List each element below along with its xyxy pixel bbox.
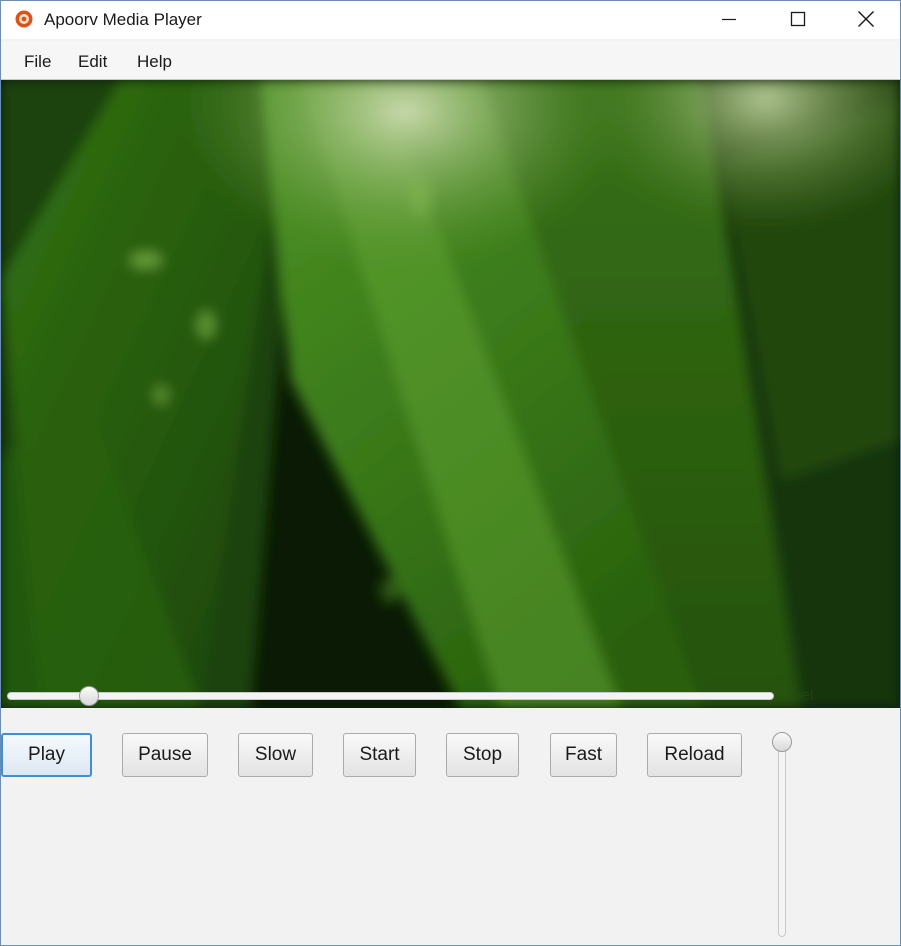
menu-bar: File Edit Help [1,41,900,80]
start-button[interactable]: Start [343,733,416,777]
menu-edit[interactable]: Edit [78,52,107,72]
volume-slider-track[interactable] [778,739,786,937]
pause-button[interactable]: Pause [122,733,208,777]
stop-button[interactable]: Stop [446,733,519,777]
reload-button[interactable]: Reload [647,733,742,777]
minimize-button[interactable] [706,1,752,37]
seek-slider-thumb[interactable] [79,686,99,706]
close-icon [858,11,874,27]
video-display[interactable] [1,80,900,708]
video-overlay-label: abel [785,687,814,704]
minimize-icon [722,18,736,21]
video-frame [1,80,900,708]
slow-button[interactable]: Slow [238,733,313,777]
fast-button[interactable]: Fast [550,733,617,777]
menu-help[interactable]: Help [137,52,172,72]
play-button[interactable]: Play [1,733,92,777]
close-button[interactable] [843,1,889,37]
maximize-button[interactable] [775,1,821,37]
title-bar[interactable]: Apoorv Media Player [1,1,900,39]
maximize-icon [790,11,806,27]
window-title: Apoorv Media Player [44,10,202,29]
menu-file[interactable]: File [24,52,51,72]
volume-slider-thumb[interactable] [772,732,792,752]
main-window: Apoorv Media Player File Edit Help abel … [0,0,901,946]
seek-slider-track[interactable] [7,692,774,700]
media-player-icon [15,10,33,28]
